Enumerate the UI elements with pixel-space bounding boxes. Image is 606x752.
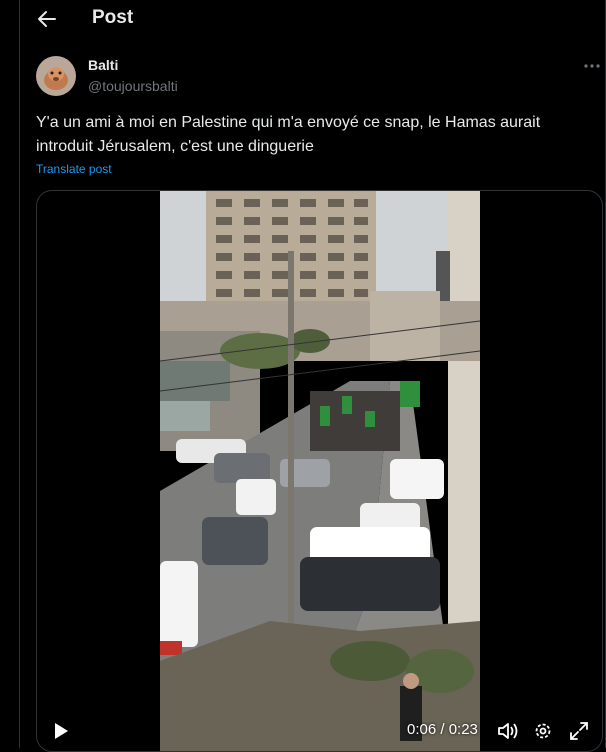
volume-button[interactable] — [497, 721, 519, 741]
settings-button[interactable] — [533, 721, 553, 741]
gear-icon — [535, 723, 551, 739]
play-button[interactable] — [51, 721, 71, 741]
more-horizontal-icon — [584, 64, 600, 68]
video-player[interactable]: 0:06 / 0:23 — [36, 190, 603, 752]
video-time: 0:06 / 0:23 — [407, 721, 478, 738]
fullscreen-icon — [570, 722, 588, 740]
fullscreen-button[interactable] — [569, 721, 589, 741]
arrow-left-icon — [38, 11, 56, 27]
author-name[interactable]: Balti — [88, 57, 118, 73]
more-button[interactable] — [582, 56, 602, 76]
video-frame[interactable] — [160, 191, 480, 751]
avatar[interactable] — [36, 56, 76, 96]
play-icon — [55, 723, 68, 739]
post-header: Post — [20, 0, 605, 38]
back-button[interactable] — [34, 6, 60, 32]
translate-post-link[interactable]: Translate post — [36, 162, 112, 176]
page-title: Post — [92, 7, 134, 28]
author-handle[interactable]: @toujoursbalti — [88, 78, 178, 94]
post-text: Y'a un ami à moi en Palestine qui m'a en… — [36, 114, 541, 155]
volume-icon — [498, 723, 518, 739]
video-controls: 0:06 / 0:23 — [37, 711, 602, 751]
left-column-border — [19, 0, 20, 748]
